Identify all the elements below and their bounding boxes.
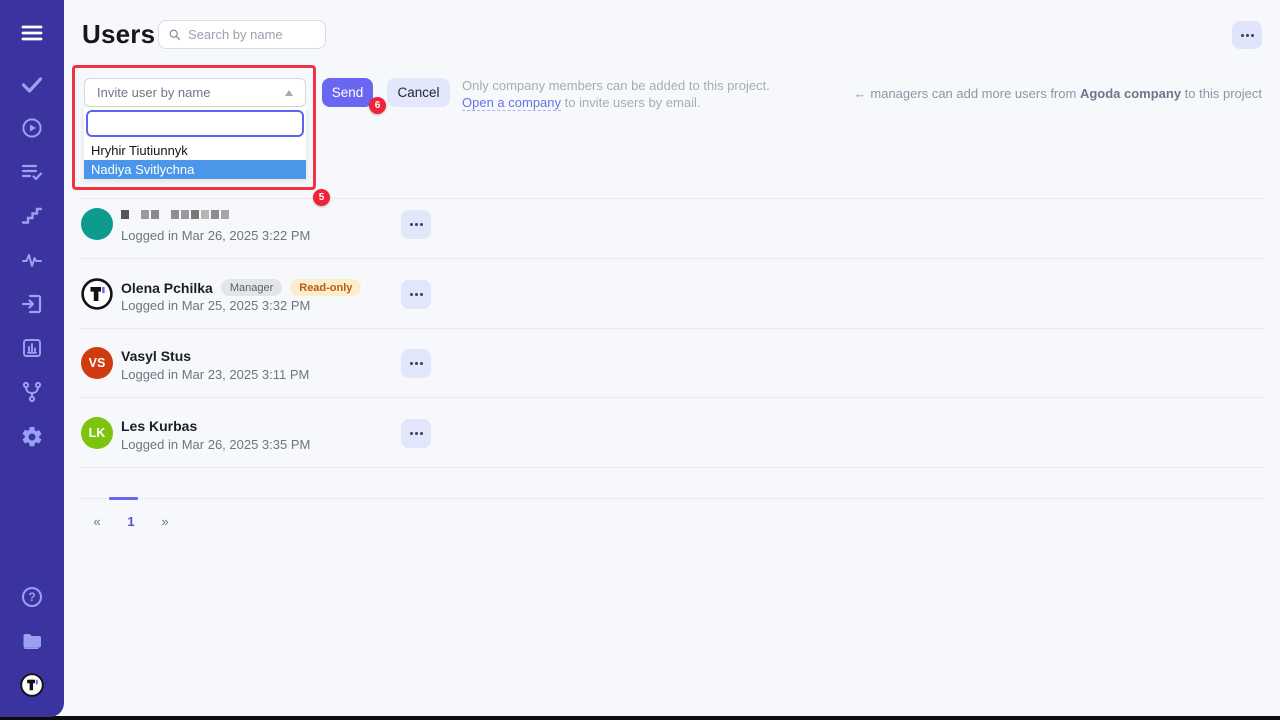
user-name-censored <box>121 209 229 219</box>
row-more-button[interactable] <box>401 280 431 309</box>
last-login: Logged in Mar 23, 2025 3:11 PM <box>121 367 309 382</box>
page-title: Users <box>82 19 155 50</box>
help-icon[interactable]: ? <box>18 583 46 611</box>
page-more-button[interactable] <box>1232 21 1262 49</box>
last-login: Logged in Mar 26, 2025 3:22 PM <box>121 228 310 243</box>
readonly-badge: Read-only <box>290 279 361 296</box>
tasks-check-icon[interactable] <box>18 70 46 98</box>
dropdown-option-selected[interactable]: Nadiya Svitlychna <box>84 160 306 179</box>
avatar: LK <box>81 417 113 449</box>
helper-line-1: Only company members can be added to thi… <box>462 77 770 94</box>
invite-helper-text: Only company members can be added to thi… <box>462 77 770 111</box>
row-more-button[interactable] <box>401 419 431 448</box>
role-badge: Manager <box>221 279 282 296</box>
annotation-badge-5: 5 <box>313 189 330 206</box>
send-button[interactable]: Send <box>322 78 373 107</box>
row-divider <box>80 467 1264 468</box>
pagination-prev[interactable]: « <box>87 514 107 529</box>
open-company-link[interactable]: Open a company <box>462 95 561 111</box>
projects-folder-icon[interactable] <box>18 627 46 655</box>
active-page-indicator <box>109 497 138 500</box>
app-logo[interactable] <box>18 671 46 699</box>
branches-icon[interactable] <box>18 378 46 406</box>
dropdown-option[interactable]: Hryhir Tiutiunnyk <box>84 141 306 160</box>
pagination-page-1[interactable]: 1 <box>121 514 141 529</box>
search-box <box>158 20 326 49</box>
test-list-icon[interactable] <box>18 158 46 186</box>
censored-name <box>121 209 229 219</box>
user-name: Les Kurbas <box>121 418 197 434</box>
avatar-logo <box>81 278 113 310</box>
cancel-button[interactable]: Cancel <box>387 78 450 107</box>
reports-chart-icon[interactable] <box>18 334 46 362</box>
row-divider <box>80 258 1264 259</box>
more-icon <box>1241 34 1244 37</box>
invite-user-select[interactable]: Invite user by name <box>84 78 306 107</box>
row-divider <box>80 328 1264 329</box>
annotation-badge-6: 6 <box>369 97 386 114</box>
search-icon <box>168 28 181 41</box>
hamburger-menu-icon[interactable] <box>18 19 46 47</box>
steps-icon[interactable] <box>18 202 46 230</box>
company-name: Agoda company <box>1080 86 1181 101</box>
runs-play-icon[interactable] <box>18 114 46 142</box>
invite-dropdown-search-input[interactable] <box>86 110 304 137</box>
invite-select-placeholder: Invite user by name <box>97 85 285 100</box>
app-root: ? Users Invite user by name Hryhir Tiuti… <box>0 0 1280 720</box>
import-login-icon[interactable] <box>18 290 46 318</box>
chevron-up-icon <box>285 90 293 96</box>
pagination-next[interactable]: » <box>155 514 175 529</box>
activity-pulse-icon[interactable] <box>18 246 46 274</box>
invite-dropdown-panel: Hryhir Tiutiunnyk Nadiya Svitlychna <box>84 107 306 179</box>
row-divider <box>80 198 1264 199</box>
managers-note: ← managers can add more users from Agoda… <box>854 86 1262 101</box>
row-more-button[interactable] <box>401 210 431 239</box>
user-name: Olena Pchilka Manager Read-only <box>121 279 361 296</box>
window-bottom-edge <box>0 716 1280 720</box>
last-login: Logged in Mar 26, 2025 3:35 PM <box>121 437 310 452</box>
avatar: VS <box>81 347 113 379</box>
pagination-divider <box>80 498 1264 499</box>
search-input[interactable] <box>188 27 316 42</box>
user-name: Vasyl Stus <box>121 348 191 364</box>
svg-text:?: ? <box>28 590 35 604</box>
row-divider <box>80 397 1264 398</box>
avatar <box>81 208 113 240</box>
sidebar: ? <box>0 0 64 717</box>
last-login: Logged in Mar 25, 2025 3:32 PM <box>121 298 310 313</box>
row-more-button[interactable] <box>401 349 431 378</box>
settings-gear-icon[interactable] <box>18 423 46 451</box>
helper-line-2: Open a company to invite users by email. <box>462 94 770 111</box>
